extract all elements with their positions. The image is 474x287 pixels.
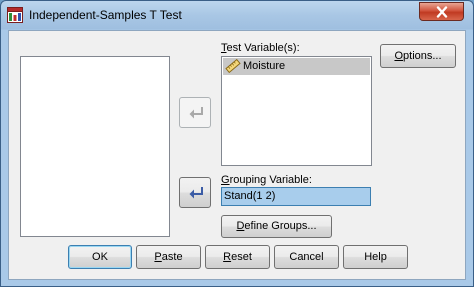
define-groups-button-label: Define Groups...	[222, 216, 331, 237]
test-variables-list[interactable]: Moisture	[221, 56, 372, 166]
define-groups-button-label-rest: efine Groups...	[244, 220, 317, 232]
paste-button[interactable]: Paste	[136, 245, 201, 269]
options-button[interactable]: Options...	[380, 44, 456, 68]
grouping-variable-value: Stand(1 2)	[224, 190, 276, 202]
dialog-client-area: Test Variable(s): Moisture Options... Gr…	[8, 30, 466, 280]
options-button-label: Options...	[381, 45, 455, 67]
reset-button-label-mnemonic: R	[223, 251, 232, 263]
test-variables-label-rest: est Variable(s):	[226, 42, 300, 54]
close-button[interactable]	[419, 2, 464, 21]
options-button-label-mnemonic: O	[394, 50, 404, 62]
grouping-variable-label: Grouping Variable:	[221, 174, 312, 186]
test-variables-label: Test Variable(s):	[221, 42, 300, 54]
ruler-icon	[225, 58, 241, 76]
help-button-label: Help	[364, 251, 387, 263]
help-button[interactable]: Help	[343, 245, 408, 269]
move-to-grouping-variable-button[interactable]	[179, 177, 211, 208]
cancel-button-label: Cancel	[289, 251, 324, 263]
reset-button-label: Reset	[206, 246, 269, 268]
define-groups-button[interactable]: Define Groups...	[221, 215, 332, 238]
grouping-variable-label-rest: rouping Variable:	[229, 174, 312, 186]
cancel-button[interactable]: Cancel	[274, 245, 339, 269]
ok-button-label: OK	[92, 251, 108, 263]
test-variable-item[interactable]: Moisture	[223, 58, 370, 75]
reset-button[interactable]: Reset	[205, 245, 270, 269]
paste-button-label-mnemonic: P	[154, 251, 162, 263]
dialog-window: Independent-Samples T Test Test Variable…	[0, 0, 474, 287]
arrow-icon	[189, 107, 203, 119]
grouping-variable-field[interactable]: Stand(1 2)	[221, 187, 371, 206]
window-title: Independent-Samples T Test	[29, 8, 182, 22]
test-variable-label: Moisture	[243, 60, 286, 72]
source-variable-list[interactable]	[20, 56, 170, 237]
options-button-label-rest: ptions...	[403, 50, 442, 62]
title-bar[interactable]: Independent-Samples T Test	[1, 1, 473, 28]
paste-button-label: Paste	[137, 246, 200, 268]
spss-app-icon	[7, 7, 23, 23]
arrow-icon	[189, 187, 203, 199]
move-to-test-variables-button[interactable]	[179, 97, 211, 128]
ok-button[interactable]: OK	[68, 245, 132, 269]
close-icon	[436, 6, 448, 18]
paste-button-label-rest: aste	[161, 251, 183, 263]
reset-button-label-rest: eset	[231, 251, 252, 263]
